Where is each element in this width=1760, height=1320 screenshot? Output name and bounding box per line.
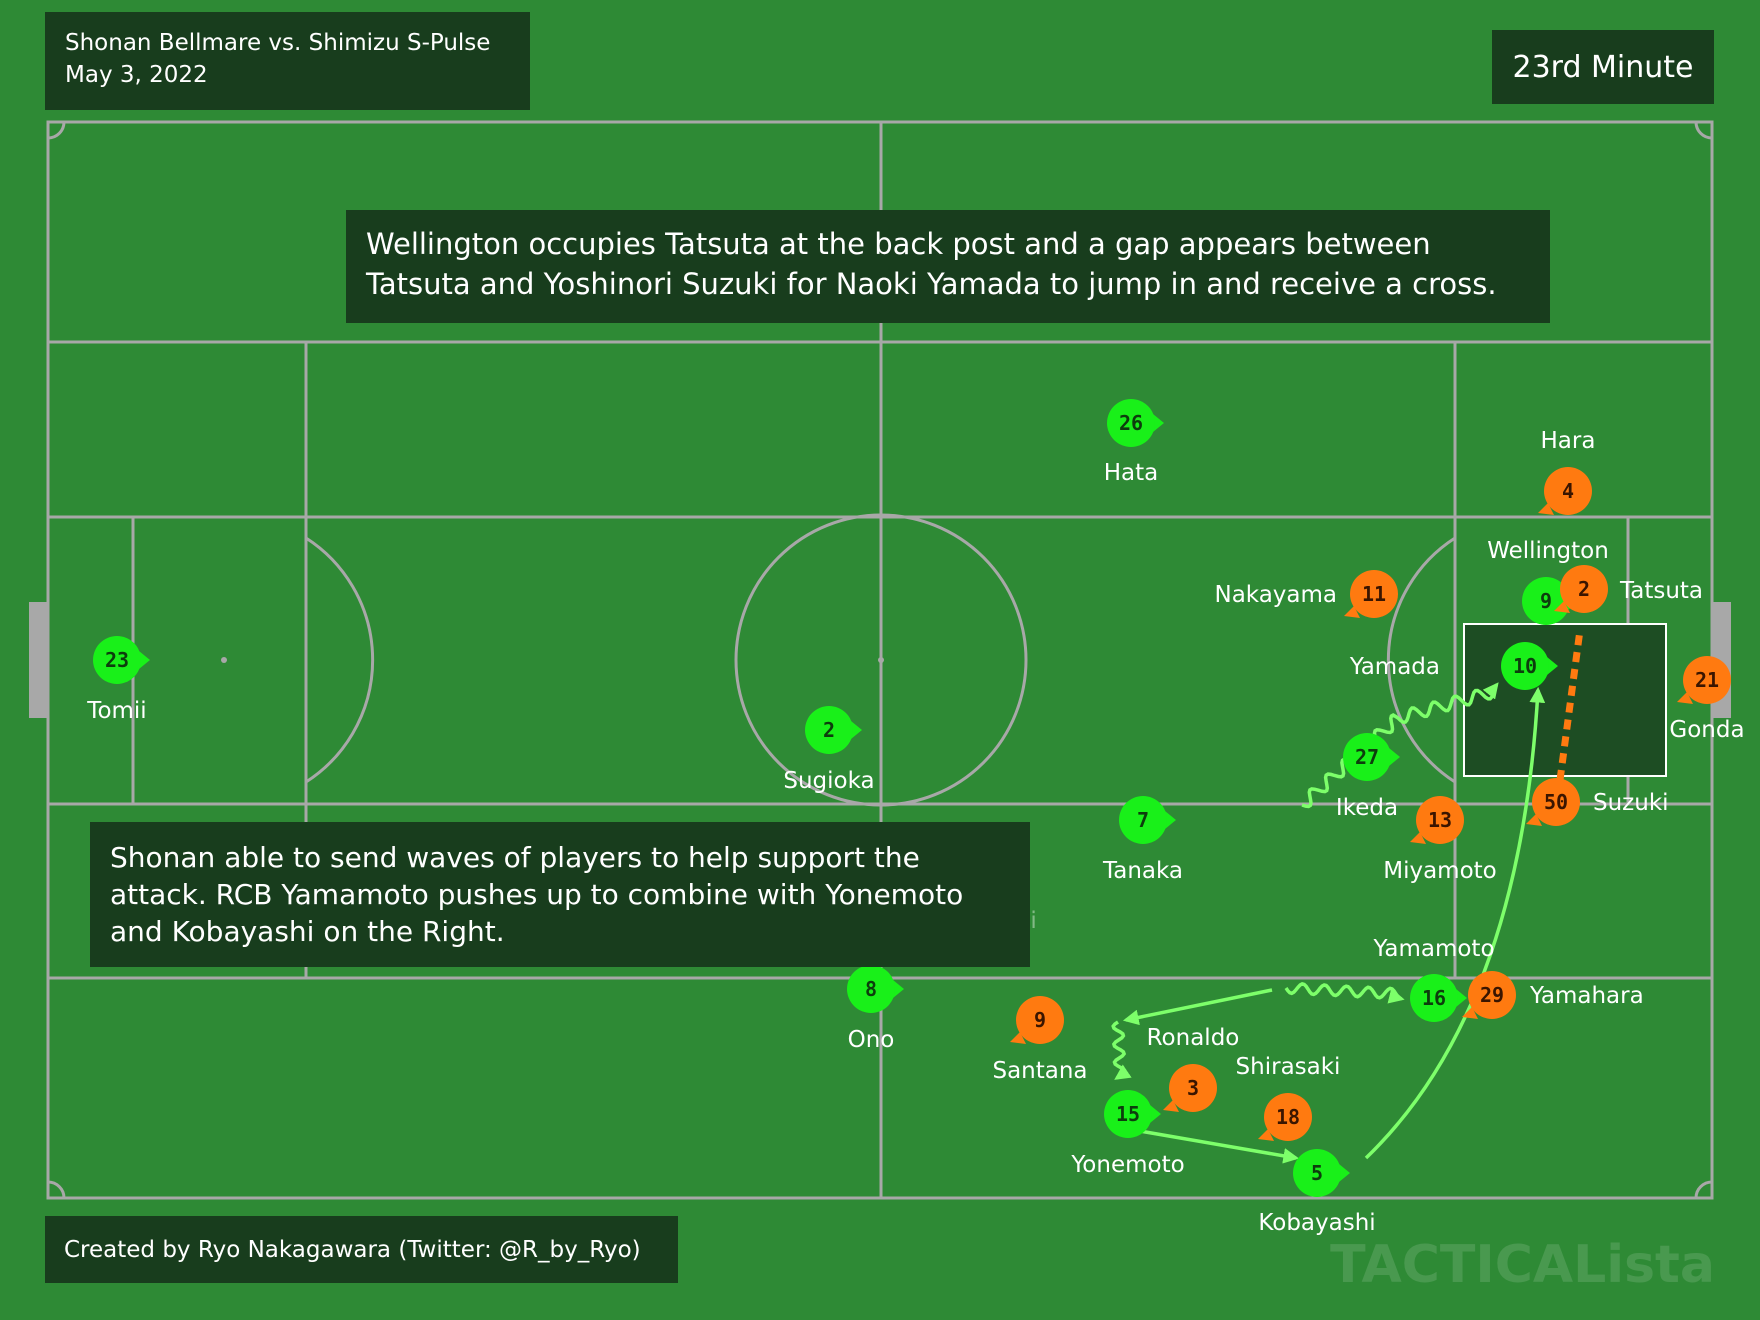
player-tomii-23: 23 Tomii xyxy=(86,636,150,724)
player-name: Hata xyxy=(1104,460,1159,486)
annotation-middle-text: Shonan able to send waves of players to … xyxy=(110,841,964,948)
player-hata-26: 26 Hata xyxy=(1104,399,1164,486)
match-title: Shonan Bellmare vs. Shimizu S-Pulse xyxy=(65,30,491,56)
player-name: Yonemoto xyxy=(1070,1152,1184,1178)
players-layer: 23Tomii2Sugioka26Hata9Wellington10Yamada… xyxy=(86,399,1745,1236)
player-shirasaki-18: 18 Shirasaki xyxy=(1236,1054,1341,1141)
player-number: 13 xyxy=(1428,808,1452,832)
player-name: Suzuki xyxy=(1593,790,1669,816)
yamamoto-run-arrow xyxy=(1284,982,1405,1004)
player-number: 27 xyxy=(1355,745,1379,769)
player-number: 7 xyxy=(1137,808,1149,832)
player-number: 8 xyxy=(865,977,877,1001)
credit-box: Created by Ryo Nakagawara (Twitter: @R_b… xyxy=(45,1216,678,1283)
corner-arc xyxy=(47,1180,66,1199)
player-number: 2 xyxy=(823,718,835,742)
annotation-top: Wellington occupies Tatsuta at the back … xyxy=(346,210,1550,323)
player-number: 21 xyxy=(1695,668,1719,692)
player-ikeda-27: 27 Ikeda xyxy=(1336,733,1400,821)
player-number: 3 xyxy=(1187,1076,1199,1100)
player-name: Shirasaki xyxy=(1236,1054,1341,1080)
player-number: 2 xyxy=(1578,577,1590,601)
player-number: 29 xyxy=(1480,983,1504,1007)
player-name: Ono xyxy=(848,1027,895,1053)
match-date: May 3, 2022 xyxy=(65,62,208,88)
player-sugioka-2: 2 Sugioka xyxy=(783,706,875,794)
player-number: 10 xyxy=(1513,654,1537,678)
player-name: Wellington xyxy=(1487,538,1609,564)
player-name: Tomii xyxy=(86,698,146,724)
player-nakayama-11: 11 Nakayama xyxy=(1214,570,1398,618)
player-ronaldo-3: 3 Ronaldo xyxy=(1147,1025,1240,1112)
player-name: Santana xyxy=(992,1058,1087,1084)
annotation-middle: Shonan able to send waves of players to … xyxy=(90,822,1030,967)
pitch-diagram: 23Tomii2Sugioka26Hata9Wellington10Yamada… xyxy=(29,120,1745,1295)
yonemoto-run-arrow xyxy=(1111,1020,1132,1080)
player-name: Kobayashi xyxy=(1258,1210,1375,1236)
player-name: Yamada xyxy=(1349,654,1440,680)
highlight-zone xyxy=(1463,623,1667,777)
player-number: 26 xyxy=(1119,411,1143,435)
player-number: 5 xyxy=(1311,1161,1323,1185)
player-name: Yamamoto xyxy=(1372,936,1494,962)
player-number: 9 xyxy=(1034,1008,1046,1032)
annotation-top-text: Wellington occupies Tatsuta at the back … xyxy=(366,227,1497,301)
player-name: Nakayama xyxy=(1214,582,1337,608)
player-number: 50 xyxy=(1544,790,1568,814)
player-tanaka-7: 7 Tanaka xyxy=(1102,796,1183,884)
corner-arc xyxy=(1694,1180,1713,1199)
player-number: 16 xyxy=(1422,986,1446,1010)
player-number: 11 xyxy=(1362,582,1386,606)
player-name: Ronaldo xyxy=(1147,1025,1240,1051)
player-name: Sugioka xyxy=(783,768,874,794)
centre-spot xyxy=(878,657,884,663)
penalty-spot xyxy=(221,657,227,663)
player-number: 18 xyxy=(1276,1105,1300,1129)
player-miyamoto-13: 13 Miyamoto xyxy=(1383,796,1497,884)
minute-label: 23rd Minute xyxy=(1512,49,1694,85)
player-name: Hara xyxy=(1541,428,1596,454)
penalty-arc xyxy=(305,536,375,784)
match-header: Shonan Bellmare vs. Shimizu S-Pulse May … xyxy=(45,12,530,110)
pass-arrow xyxy=(1122,988,1273,1026)
player-suzuki-50: 50 Suzuki xyxy=(1526,778,1669,826)
corner-arc xyxy=(47,121,66,140)
player-yonemoto-15: 15 Yonemoto xyxy=(1070,1090,1185,1178)
player-santana-9: 9 Santana xyxy=(992,996,1088,1084)
player-name: Gonda xyxy=(1669,717,1744,743)
player-name: Miyamoto xyxy=(1383,858,1497,884)
player-number: 9 xyxy=(1540,589,1552,613)
watermark: TACTICALista xyxy=(1330,1235,1715,1295)
goal-left xyxy=(29,602,48,718)
player-name: Tatsuta xyxy=(1619,578,1703,604)
player-number: 4 xyxy=(1562,479,1574,503)
player-number: 15 xyxy=(1116,1102,1140,1126)
player-hara-4: 4 Hara xyxy=(1538,428,1595,515)
credit-text: Created by Ryo Nakagawara (Twitter: @R_b… xyxy=(64,1236,641,1263)
player-name: Ikeda xyxy=(1336,795,1398,821)
player-name: Tanaka xyxy=(1102,858,1183,884)
minute-badge: 23rd Minute xyxy=(1492,30,1714,104)
player-gonda-21: 21 Gonda xyxy=(1669,656,1745,743)
player-number: 23 xyxy=(105,648,129,672)
player-yamada-10: 10 Yamada xyxy=(1349,642,1558,690)
player-name: Yamahara xyxy=(1529,983,1644,1009)
corner-arc xyxy=(1694,121,1713,140)
player-kobayashi-5: 5 Kobayashi xyxy=(1258,1149,1376,1236)
